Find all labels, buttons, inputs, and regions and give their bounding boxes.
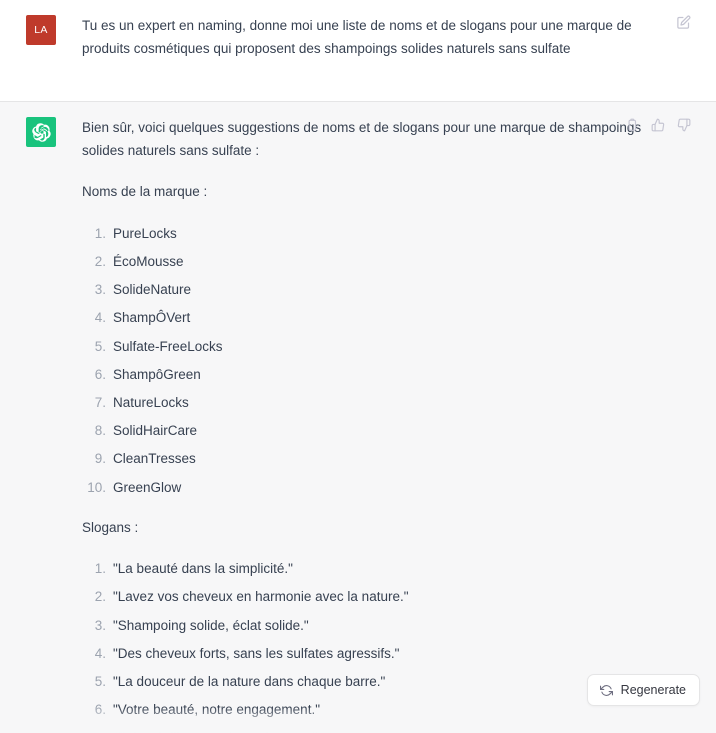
list-item: ShampÔVert (82, 306, 191, 329)
message-user-body: Tu es un expert en naming, donne moi une… (56, 14, 692, 87)
regenerate-button[interactable]: Regenerate (586, 674, 700, 706)
list-item: SolidHairCare (82, 419, 198, 442)
message-user: LA Tu es un expert en naming, donne moi … (0, 0, 716, 102)
user-message-actions (675, 14, 692, 31)
assistant-intro-text: Bien sûr, voici quelques suggestions de … (82, 120, 642, 159)
list-item: "La douceur de la nature dans chaque bar… (82, 670, 386, 693)
list-item: GreenGlow (82, 476, 182, 499)
slogans-heading: Slogans : (82, 519, 139, 535)
list-item: "La beauté dans la simplicité." (82, 557, 293, 580)
list-item: Sulfate-FreeLocks (82, 335, 223, 358)
list-item: "Faites briller votre beauté naturelle." (82, 726, 652, 733)
thumbs-up-icon[interactable] (649, 116, 666, 133)
list-item: SolideNature (82, 278, 192, 301)
avatar-user: LA (26, 15, 56, 45)
list-item: NatureLocks (82, 391, 189, 414)
edit-pencil-square-icon[interactable] (675, 14, 692, 31)
list-item: "Shampoing solide, éclat solide." (82, 614, 309, 637)
slogans-list: "La beauté dans la simplicité." "Lavez v… (82, 557, 652, 733)
names-heading: Noms de la marque : (82, 184, 208, 200)
assistant-message-actions (623, 116, 692, 133)
list-item: "Votre beauté, notre engagement." (82, 698, 320, 721)
copy-icon[interactable] (623, 116, 640, 133)
message-assistant-body: Bien sûr, voici quelques suggestions de … (56, 116, 692, 733)
refresh-icon (599, 684, 613, 697)
openai-logo-icon (31, 122, 51, 142)
chat-thread: LA Tu es un expert en naming, donne moi … (0, 0, 716, 733)
list-item: "Lavez vos cheveux en harmonie avec la n… (82, 585, 409, 608)
list-item: ÉcoMousse (82, 250, 184, 273)
list-item: PureLocks (82, 222, 177, 245)
thumbs-down-icon[interactable] (675, 116, 692, 133)
list-item: CleanTresses (82, 447, 196, 470)
avatar-assistant (26, 117, 56, 147)
message-assistant: Bien sûr, voici quelques suggestions de … (0, 102, 716, 733)
user-prompt-text: Tu es un expert en naming, donne moi une… (82, 18, 632, 57)
list-item: ShampôGreen (82, 363, 201, 386)
brand-names-list: PureLocks ÉcoMousse SolideNature ShampÔV… (82, 222, 652, 499)
regenerate-label: Regenerate (620, 683, 686, 697)
avatar-initials: LA (34, 24, 48, 36)
list-item: "Des cheveux forts, sans les sulfates ag… (82, 642, 400, 665)
